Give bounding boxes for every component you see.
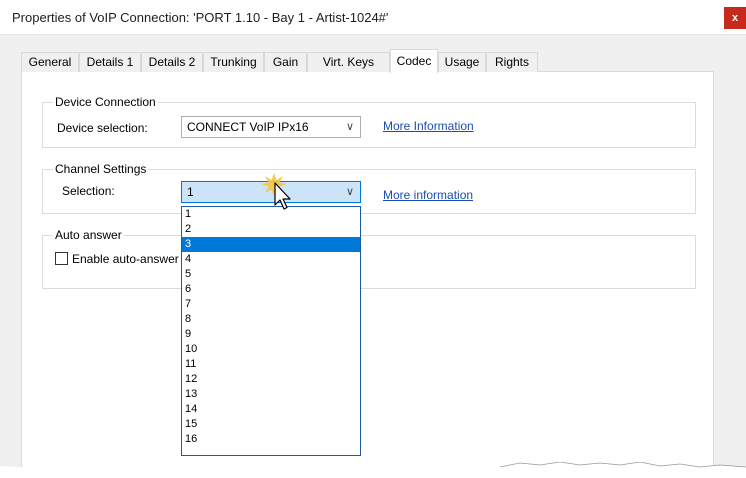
dropdown-option[interactable]: 5 xyxy=(182,267,360,282)
device-selection-label: Device selection: xyxy=(57,121,148,135)
chevron-down-icon: ∨ xyxy=(345,186,354,198)
device-selection-value: CONNECT VoIP IPx16 xyxy=(187,120,309,134)
group-title: Channel Settings xyxy=(53,162,149,176)
channel-dropdown-list[interactable]: 1 2 3 4 5 6 7 8 9 10 11 12 13 14 15 16 xyxy=(181,206,361,456)
enable-auto-answer-label[interactable]: Enable auto-answer xyxy=(72,252,179,266)
dropdown-option[interactable]: 2 xyxy=(182,222,360,237)
channel-selection-value: 1 xyxy=(187,185,194,199)
dropdown-option[interactable]: 9 xyxy=(182,327,360,342)
dropdown-option[interactable]: 15 xyxy=(182,417,360,432)
tab-trunking[interactable]: Trunking xyxy=(203,52,264,72)
dropdown-option[interactable]: 16 xyxy=(182,432,360,447)
title-bar: Properties of VoIP Connection: 'PORT 1.1… xyxy=(0,0,746,35)
chevron-down-icon: ∨ xyxy=(345,121,354,133)
tab-details-1[interactable]: Details 1 xyxy=(79,52,141,72)
tab-rights[interactable]: Rights xyxy=(486,52,538,72)
mouse-cursor-icon xyxy=(262,173,291,210)
dropdown-option[interactable]: 4 xyxy=(182,252,360,267)
torn-edge-decoration xyxy=(0,462,746,478)
channel-selection-label: Selection: xyxy=(62,184,115,198)
more-information-link[interactable]: More Information xyxy=(383,119,474,133)
tab-codec[interactable]: Codec xyxy=(390,49,438,73)
dropdown-option[interactable]: 6 xyxy=(182,282,360,297)
enable-auto-answer-checkbox[interactable] xyxy=(55,252,68,265)
device-selection-dropdown[interactable]: CONNECT VoIP IPx16 ∨ xyxy=(181,116,361,138)
dropdown-option[interactable]: 14 xyxy=(182,402,360,417)
group-title: Auto answer xyxy=(53,228,124,242)
tab-general[interactable]: General xyxy=(21,52,79,72)
dropdown-option[interactable]: 7 xyxy=(182,297,360,312)
dropdown-option[interactable]: 10 xyxy=(182,342,360,357)
more-information-channel-link[interactable]: More information xyxy=(383,188,473,202)
dropdown-option-selected[interactable]: 3 xyxy=(182,237,360,252)
dropdown-option[interactable]: 13 xyxy=(182,387,360,402)
dropdown-option[interactable]: 11 xyxy=(182,357,360,372)
tab-virt-keys[interactable]: Virt. Keys xyxy=(307,52,390,72)
tab-usage[interactable]: Usage xyxy=(438,52,486,72)
channel-settings-group: Channel Settings xyxy=(42,162,696,214)
window-title: Properties of VoIP Connection: 'PORT 1.1… xyxy=(12,10,389,25)
tab-details-2[interactable]: Details 2 xyxy=(141,52,203,72)
close-icon: x xyxy=(731,12,739,24)
dropdown-option[interactable]: 8 xyxy=(182,312,360,327)
group-title: Device Connection xyxy=(53,95,158,109)
dropdown-option[interactable]: 12 xyxy=(182,372,360,387)
close-button[interactable]: x xyxy=(724,7,746,29)
tab-gain[interactable]: Gain xyxy=(264,52,307,72)
